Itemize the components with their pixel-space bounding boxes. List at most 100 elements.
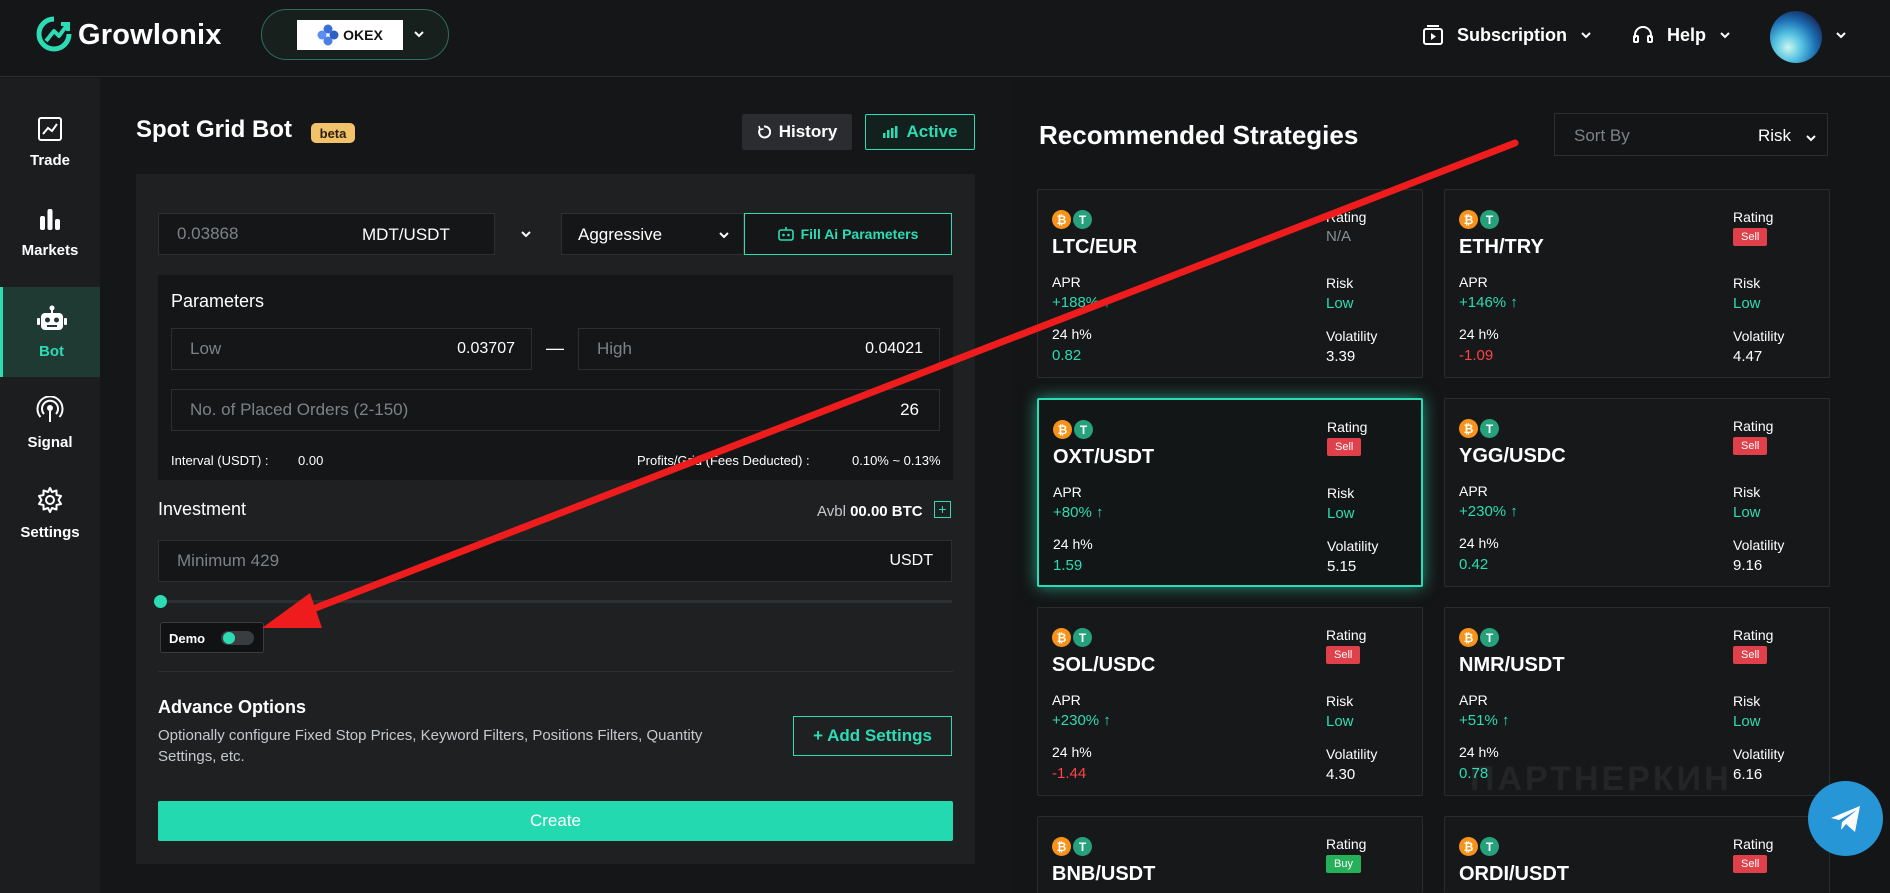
interval-value: 0.00 <box>298 453 324 468</box>
tether-icon: T <box>1480 210 1499 229</box>
high-label: High <box>597 339 632 358</box>
exchange-logo: OKEX <box>297 20 403 50</box>
help-menu[interactable]: Help <box>1631 23 1732 47</box>
demo-toggle[interactable]: Demo <box>160 622 264 653</box>
coin-icons: ₿ T <box>1459 837 1499 856</box>
strategy-card[interactable]: ₿ T ORDI/USDT Rating Sell <box>1444 816 1830 893</box>
user-avatar[interactable] <box>1770 11 1822 63</box>
divider <box>158 671 953 672</box>
strategy-select[interactable]: Aggressive <box>561 213 744 255</box>
telegram-chat-button[interactable] <box>1808 781 1883 856</box>
risk-label: Risk <box>1326 693 1354 709</box>
strategy-pair: OXT/USDT <box>1053 446 1155 468</box>
sidebar-item-label: Settings <box>20 523 80 541</box>
active-button[interactable]: Active <box>865 114 975 150</box>
h24-label: 24 h% <box>1459 535 1499 551</box>
fill-ai-parameters-button[interactable]: Fill Ai Parameters <box>744 213 952 255</box>
apr-value: +146% ↑ <box>1459 294 1518 311</box>
apr-label: APR <box>1459 483 1488 499</box>
strategy-card[interactable]: ₿ T ETH/TRY Rating Sell APR +146% ↑ Risk … <box>1444 189 1830 378</box>
parameters-section <box>158 275 953 480</box>
placed-orders-field[interactable]: No. of Placed Orders (2-150) 26 <box>171 389 940 431</box>
sidebar-item-label: Trade <box>29 151 71 169</box>
high-price-field[interactable]: High 0.04021 <box>578 328 940 370</box>
add-funds-icon[interactable]: + <box>934 501 951 518</box>
rating-label: Rating <box>1733 209 1774 225</box>
advance-options-title: Advance Options <box>158 697 307 717</box>
rating-label: Rating <box>1733 836 1774 852</box>
profit-grid-label: Profits/Grid (Fees Deducted) : <box>637 453 810 468</box>
bar-chart-icon <box>40 208 60 230</box>
rating-badge: Sell <box>1733 855 1768 873</box>
rating-badge: Sell <box>1733 437 1768 455</box>
chevron-down-icon <box>1581 32 1591 39</box>
apr-value: +230% ↑ <box>1052 712 1111 729</box>
sidebar-item-settings[interactable]: Settings <box>0 468 100 558</box>
strategy-card[interactable]: ₿ T SOL/USDC Rating Sell APR +230% ↑ Risk… <box>1037 607 1423 796</box>
apr-label: APR <box>1052 274 1081 290</box>
risk-label: Risk <box>1733 693 1761 709</box>
signal-broadcast-icon <box>36 395 64 422</box>
sidebar-item-signal[interactable]: Signal <box>0 378 100 468</box>
robot-icon <box>36 305 67 330</box>
low-price-field[interactable]: Low 0.03707 <box>171 328 532 370</box>
apr-label: APR <box>1053 484 1082 500</box>
help-label: Help <box>1667 24 1707 45</box>
h24-label: 24 h% <box>1052 326 1092 342</box>
create-button[interactable]: Create <box>158 801 953 841</box>
sidebar-item-markets[interactable]: Markets <box>0 187 100 277</box>
subscription-icon <box>1423 25 1443 45</box>
volatility-label: Volatility <box>1327 538 1379 554</box>
investment-slider-handle[interactable] <box>154 595 167 608</box>
volatility-value: 9.16 <box>1733 557 1763 574</box>
coin-icons: ₿ T <box>1459 419 1499 438</box>
coin-icons: ₿ T <box>1053 420 1093 439</box>
chevron-down-icon <box>1806 135 1816 142</box>
tether-icon: T <box>1074 420 1093 439</box>
rating-label: Rating <box>1733 627 1774 643</box>
strategy-card[interactable]: ₿ T YGG/USDC Rating Sell APR +230% ↑ Risk… <box>1444 398 1830 587</box>
exchange-selector[interactable]: OKEX <box>261 9 449 60</box>
beta-badge: beta <box>311 123 355 143</box>
tether-icon: T <box>1480 628 1499 647</box>
bitcoin-icon: ₿ <box>1459 419 1478 438</box>
rating-value: N/A <box>1326 228 1352 245</box>
trade-chart-icon <box>38 116 62 141</box>
demo-switch-knob <box>223 632 235 644</box>
rating-badge: Sell <box>1326 646 1361 664</box>
strategy-card[interactable]: ₿ T LTC/EUR Rating N/A APR +188% ↑ Risk L… <box>1037 189 1423 378</box>
subscription-menu[interactable]: Subscription <box>1421 23 1593 47</box>
chevron-down-icon <box>414 31 424 38</box>
active-label: Active <box>906 122 958 141</box>
rating-label: Rating <box>1733 418 1774 434</box>
add-settings-button[interactable]: + Add Settings <box>793 716 952 756</box>
advance-options-description: Optionally configure Fixed Stop Prices, … <box>158 727 703 765</box>
apr-label: APR <box>1459 692 1488 708</box>
strategy-pair: SOL/USDC <box>1052 654 1156 676</box>
h24-label: 24 h% <box>1052 744 1092 760</box>
strategy-pair: BNB/USDT <box>1052 863 1156 885</box>
investment-unit: USDT <box>889 552 933 569</box>
demo-label: Demo <box>169 631 206 646</box>
range-separator: — <box>546 338 564 358</box>
brand-logo[interactable]: Growlonix <box>36 16 222 54</box>
sort-by-select[interactable]: Sort By Risk <box>1554 113 1828 156</box>
demo-switch[interactable] <box>221 631 254 645</box>
pair-selector[interactable]: 0.03868 MDT/USDT <box>158 213 495 255</box>
rating-badge: Buy <box>1326 855 1361 873</box>
investment-amount-input[interactable]: Minimum 429 USDT <box>158 540 952 582</box>
risk-label: Risk <box>1733 275 1761 291</box>
sidebar-item-trade[interactable]: Trade <box>0 97 100 187</box>
history-button[interactable]: History <box>742 114 852 150</box>
chevron-down-icon[interactable] <box>519 227 533 241</box>
bitcoin-icon: ₿ <box>1053 420 1072 439</box>
sidebar-item-bot[interactable]: Bot <box>0 287 100 377</box>
coin-icons: ₿ T <box>1459 210 1499 229</box>
apr-value: +188% ↑ <box>1052 294 1111 311</box>
chevron-down-icon[interactable] <box>1834 28 1848 42</box>
strategy-pair: ETH/TRY <box>1459 236 1544 258</box>
strategy-card[interactable]: ₿ T BNB/USDT Rating Buy <box>1037 816 1423 893</box>
investment-slider-track[interactable] <box>160 600 952 603</box>
gear-icon <box>38 486 62 513</box>
strategy-card-highlighted[interactable]: ₿ T OXT/USDT Rating Sell APR +80% ↑ Risk … <box>1037 398 1423 587</box>
